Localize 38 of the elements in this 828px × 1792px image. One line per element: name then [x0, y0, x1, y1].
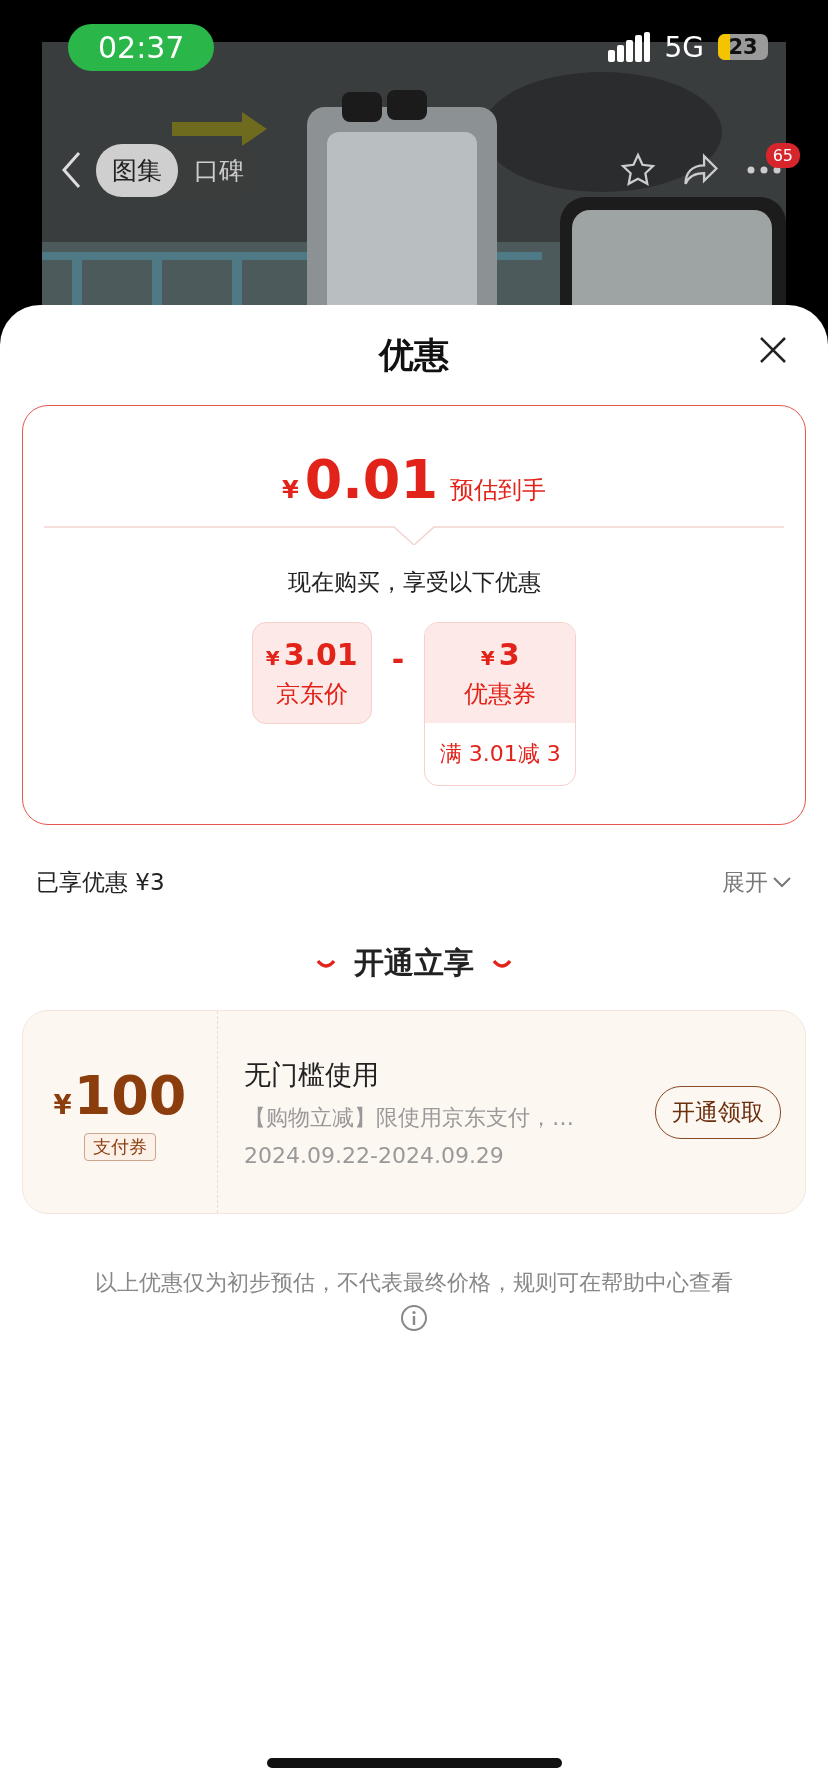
- section-title: 开通立享: [354, 944, 474, 982]
- back-icon[interactable]: [60, 150, 82, 190]
- price-amount: 3.01: [283, 636, 358, 672]
- price-label: 优惠券: [464, 678, 537, 710]
- share-icon[interactable]: [682, 153, 720, 187]
- tab[interactable]: 图集: [96, 143, 178, 197]
- savings-label: 已享优惠 ¥3: [36, 867, 165, 897]
- claim-button[interactable]: 开通领取: [655, 1085, 781, 1139]
- coupon-condition: 满 3.01减 3: [438, 740, 562, 768]
- currency-sign: ¥: [265, 645, 280, 670]
- minus-sign: -: [391, 642, 405, 677]
- signal-icon: [608, 32, 651, 62]
- subtitle: 现在购买，享受以下优惠: [287, 568, 541, 597]
- estimated-price: 0.01: [304, 448, 438, 511]
- coupon-title: 无门槛使用: [244, 1057, 380, 1092]
- coupon-description: 【购物立减】限使用京东支付，…: [244, 1103, 575, 1132]
- coupon-amount: 100: [73, 1063, 187, 1127]
- sheet-title: 优惠: [379, 333, 449, 377]
- star-icon[interactable]: [620, 152, 656, 188]
- expand-toggle[interactable]: 展开: [722, 866, 792, 898]
- currency-sign: ¥: [53, 1089, 72, 1120]
- info-icon[interactable]: [400, 1304, 428, 1332]
- currency-sign: ¥: [480, 645, 495, 670]
- chevron-icon: [772, 876, 792, 888]
- coupon-validity: 2024.09.22-2024.09.29: [244, 1142, 505, 1168]
- clock: 02:37: [68, 23, 215, 71]
- currency-sign: ¥: [282, 476, 299, 504]
- price-label: 京东价: [275, 678, 348, 710]
- price-label: 预估到手: [449, 475, 546, 506]
- tab[interactable]: 口碑: [178, 143, 260, 197]
- disclaimer: 以上优惠仅为初步预估，不代表最终价格，规则可在帮助中心查看: [94, 1269, 734, 1297]
- close-button[interactable]: [758, 335, 788, 365]
- network-type: 5G: [664, 30, 704, 64]
- coupon-tag: 支付券: [84, 1132, 156, 1161]
- smile-icon: [492, 958, 512, 969]
- battery-icon: 23: [718, 34, 768, 60]
- smile-icon: [316, 958, 336, 969]
- price-amount: 3: [498, 636, 520, 672]
